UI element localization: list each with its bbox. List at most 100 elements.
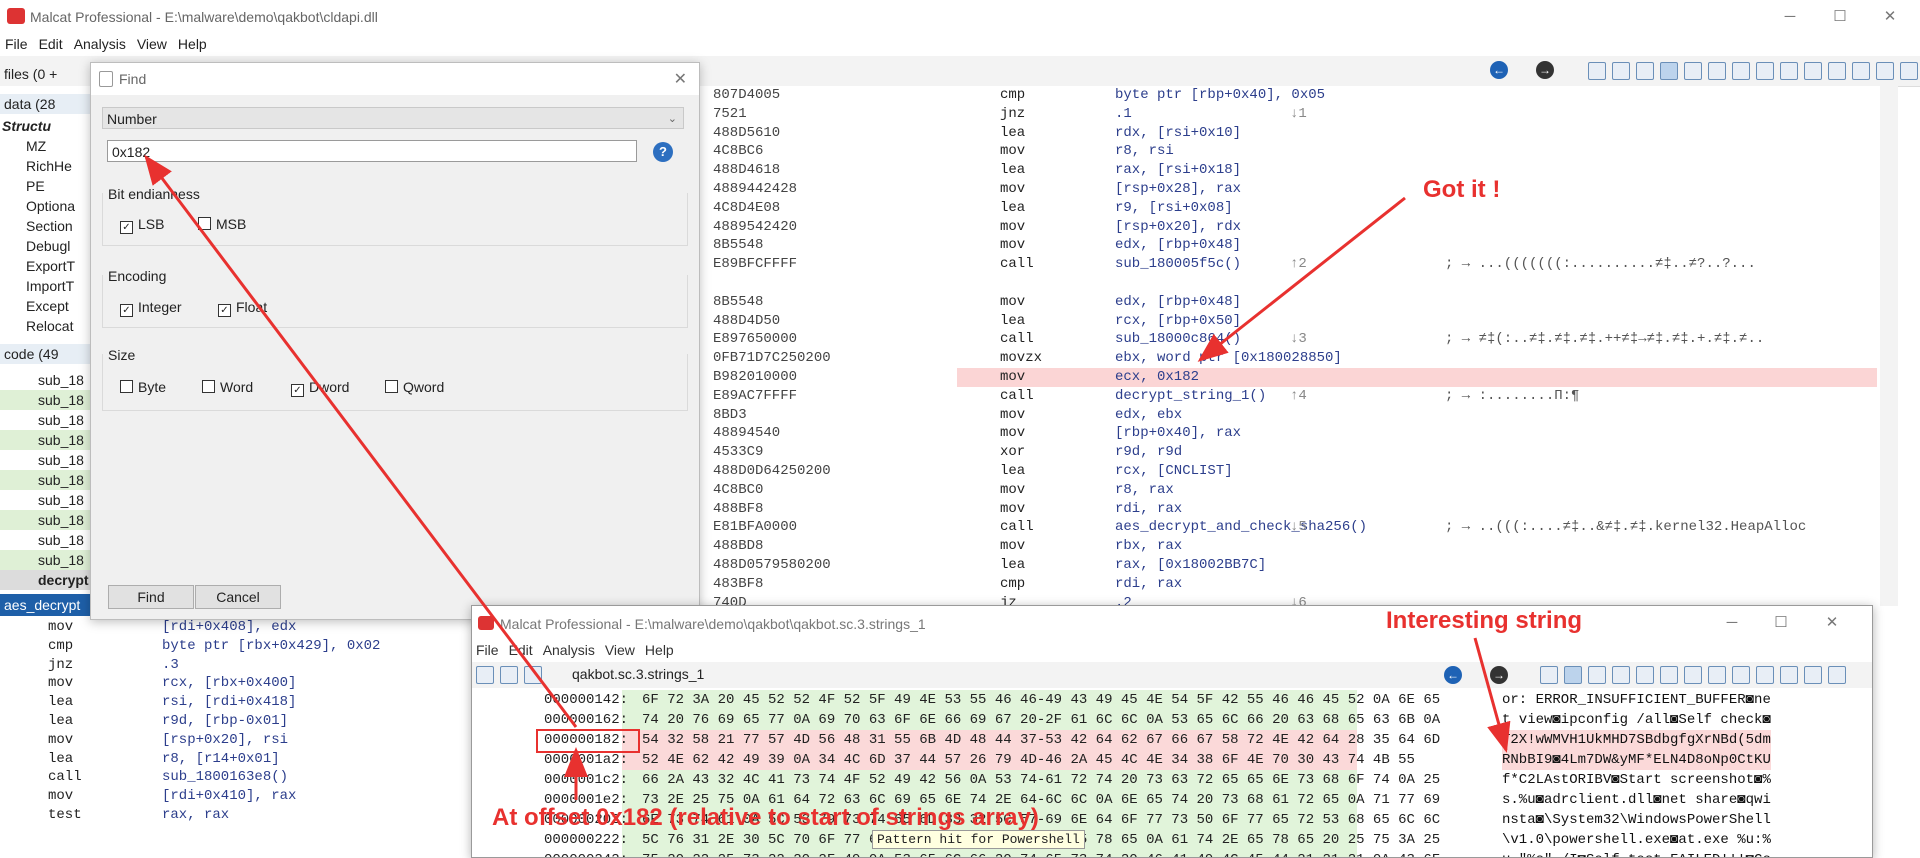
disasm-row[interactable]: 8B5548 mov edx, [rbp+0x48] [700, 293, 1885, 312]
view-icon[interactable] [1852, 62, 1870, 80]
view-icon[interactable] [1612, 666, 1630, 684]
disasm-row[interactable]: 8BD3 mov edx, ebx [700, 406, 1885, 425]
forward-icon[interactable]: → [1490, 666, 1508, 684]
close-button[interactable]: ✕ [1870, 4, 1910, 30]
view-icon[interactable] [1708, 62, 1726, 80]
disasm-row[interactable]: E81BFA0000 call aes_decrypt_and_check_sha2… [700, 518, 1885, 537]
menu-help[interactable]: Help [178, 34, 207, 54]
disasm-row[interactable]: 488D5610 lea rdx, [rsi+0x10] [700, 124, 1885, 143]
toolbar-icon[interactable] [524, 666, 542, 684]
disasm-row[interactable]: 0FB71D7C250200 movzx ebx, word ptr [0x1800… [700, 349, 1885, 368]
back-icon[interactable]: ← [1444, 666, 1462, 684]
disasm-operand[interactable]: edx, [rbp+0x48] [1115, 236, 1241, 255]
disasm-row[interactable]: 488BF8 mov rdi, rax [700, 500, 1885, 519]
hex-bytes[interactable]: 54 32 58 21 77 57 4D 56 48 31 55 6B 4D 4… [642, 730, 1440, 750]
disasm-operand[interactable]: [rsp+0x28], rax [1115, 180, 1241, 199]
menu-analysis[interactable]: Analysis [543, 640, 595, 660]
ascii-column[interactable]: s.%u◙adrclient.dll◙net share◙qwi [1502, 790, 1771, 810]
hex-view[interactable]: 000000142: 6F 72 3A 20 45 52 52 4F 52 5F … [472, 690, 1872, 857]
hex-bytes[interactable]: 6F 72 3A 20 45 52 52 4F 52 5F 49 4E 53 5… [642, 690, 1440, 710]
disasm-row[interactable]: 8B5548 mov edx, [rbp+0x48] [700, 236, 1885, 255]
disasm-row[interactable]: 4C8BC6 mov r8, rsi [700, 142, 1885, 161]
view-icon[interactable] [1660, 62, 1678, 80]
file-tab[interactable]: qakbot.sc.3.strings_1 [572, 666, 704, 682]
disasm-operand[interactable]: rcx, [rbp+0x50] [1115, 312, 1241, 331]
disasm-operand[interactable]: decrypt_string_1() [1115, 387, 1266, 406]
byte-checkbox[interactable]: Byte [120, 379, 166, 395]
disasm-operand[interactable]: [rsp+0x20], rdx [1115, 218, 1241, 237]
disasm-operand[interactable]: r9d, r9d [1115, 443, 1182, 462]
ascii-column[interactable]: \v1.0\powershell.exe◙at.exe %u:% [1502, 830, 1771, 850]
maximize-button[interactable]: ☐ [1761, 610, 1801, 636]
disasm-row[interactable]: 488BD8 mov rbx, rax [700, 537, 1885, 556]
view-icon[interactable] [1732, 62, 1750, 80]
hex-bytes[interactable]: 52 4E 62 42 49 39 0A 34 4C 6D 37 44 57 2… [642, 750, 1415, 770]
code-listing[interactable]: mov [rdi+0x408], edx cmp byte ptr [rbx+0x42… [0, 618, 470, 856]
hex-bytes[interactable]: 74 20 76 69 65 77 0A 69 70 63 6F 6E 66 6… [642, 710, 1440, 730]
view-icon[interactable] [1828, 62, 1846, 80]
structure-label[interactable]: Structu [0, 116, 92, 136]
view-icon[interactable] [1804, 62, 1822, 80]
disasm-row[interactable]: 483BF8 cmp rdi, rax [700, 575, 1885, 594]
disasm-row[interactable]: 488D0579580200 lea rax, [0x18002BB7C] [700, 556, 1885, 575]
disasm-operand[interactable]: sub_18000c864() [1115, 330, 1241, 349]
minimize-button[interactable]: ─ [1712, 610, 1752, 636]
disasm-operand[interactable]: [rbp+0x40], rax [1115, 424, 1241, 443]
menu-view[interactable]: View [137, 34, 167, 54]
cancel-button[interactable]: Cancel [195, 585, 281, 609]
disasm-operand[interactable]: rbx, rax [1115, 537, 1182, 556]
disasm-operand[interactable]: rax, [rsi+0x18] [1115, 161, 1241, 180]
help-icon[interactable]: ? [653, 142, 673, 162]
word-checkbox[interactable]: Word [202, 379, 253, 395]
disasm-row[interactable]: 48894540 mov [rbp+0x40], rax [700, 424, 1885, 443]
disasm-row[interactable]: 4C8D4E08 lea r9, [rsi+0x08] [700, 199, 1885, 218]
menu-help[interactable]: Help [645, 640, 674, 660]
ascii-column[interactable]: f*C2LAstORIBV◙Start screenshot◙% [1502, 770, 1771, 790]
disasm-operand[interactable]: ecx, 0x182 [1115, 368, 1199, 387]
close-icon[interactable]: ✕ [674, 69, 687, 89]
disasm-row[interactable]: E897650000 call sub_18000c864() ↓3 ; → ≠‡(:.… [700, 330, 1885, 349]
disasm-operand[interactable]: edx, [rbp+0x48] [1115, 293, 1241, 312]
view-icon[interactable] [1612, 62, 1630, 80]
disasm-operand[interactable]: rdx, [rsi+0x10] [1115, 124, 1241, 143]
view-icon[interactable] [1588, 666, 1606, 684]
menu-edit[interactable]: Edit [39, 34, 63, 54]
qword-checkbox[interactable]: Qword [385, 379, 444, 395]
disasm-row[interactable]: 807D4005 cmp byte ptr [rbp+0x40], 0x05 [700, 86, 1885, 105]
disassembly-view[interactable]: 807D4005 cmp byte ptr [rbp+0x40], 0x05 7521… [700, 86, 1885, 611]
disasm-operand[interactable]: aes_decrypt_and_check_sha256() [1115, 518, 1367, 537]
ascii-column[interactable]: RNbBI9◙4Lm7DW&yMF*ELN4D8oNp0CtKU [1502, 750, 1771, 770]
disasm-operand[interactable]: byte ptr [rbp+0x40], 0x05 [1115, 86, 1325, 105]
disasm-operand[interactable]: r9, [rsi+0x08] [1115, 199, 1233, 218]
hex-bytes[interactable]: 75 20 22 25 73 22 20 2F 49 0A 53 65 6C 6… [642, 850, 1440, 857]
disasm-row[interactable]: 488D4D50 lea rcx, [rbp+0x50] [700, 312, 1885, 331]
ascii-column[interactable]: nsta◙\System32\WindowsPowerShell [1502, 810, 1771, 830]
disasm-row[interactable]: 488D4618 lea rax, [rsi+0x18] [700, 161, 1885, 180]
disasm-operand[interactable]: r8, rsi [1115, 142, 1174, 161]
disasm-operand[interactable]: .1 [1115, 105, 1132, 124]
msb-checkbox[interactable]: MSB [198, 216, 246, 232]
menu-view[interactable]: View [605, 640, 635, 660]
maximize-button[interactable]: ☐ [1820, 4, 1860, 30]
view-icon[interactable] [1540, 666, 1558, 684]
data-header[interactable]: data (28 [0, 94, 90, 114]
dword-checkbox[interactable]: ✓ Dword [291, 379, 349, 397]
ascii-column[interactable]: t view◙ipconfig /all◙Self check◙ [1502, 710, 1771, 730]
view-icon[interactable] [1708, 666, 1726, 684]
disasm-row[interactable]: 7521 jnz .1 ↓1 [700, 105, 1885, 124]
view-icon[interactable] [1780, 62, 1798, 80]
view-icon[interactable] [1732, 666, 1750, 684]
disasm-operand[interactable]: ebx, word ptr [0x180028850] [1115, 349, 1342, 368]
float-checkbox[interactable]: ✓ Float [218, 299, 267, 317]
view-icon[interactable] [1780, 666, 1798, 684]
disasm-operand[interactable]: sub_180005f5c() [1115, 255, 1241, 274]
close-button[interactable]: ✕ [1812, 610, 1852, 636]
menu-edit[interactable]: Edit [509, 640, 533, 660]
integer-checkbox[interactable]: ✓ Integer [120, 299, 182, 317]
view-icon[interactable] [1684, 666, 1702, 684]
disasm-operand[interactable]: rdi, rax [1115, 500, 1182, 519]
view-icon[interactable] [1900, 62, 1918, 80]
disasm-row[interactable]: 4C8BC0 mov r8, rax [700, 481, 1885, 500]
menu-file[interactable]: File [476, 640, 499, 660]
ascii-column[interactable]: u "%s" /I◙Self test FAILED!!!◙Co [1502, 850, 1771, 857]
